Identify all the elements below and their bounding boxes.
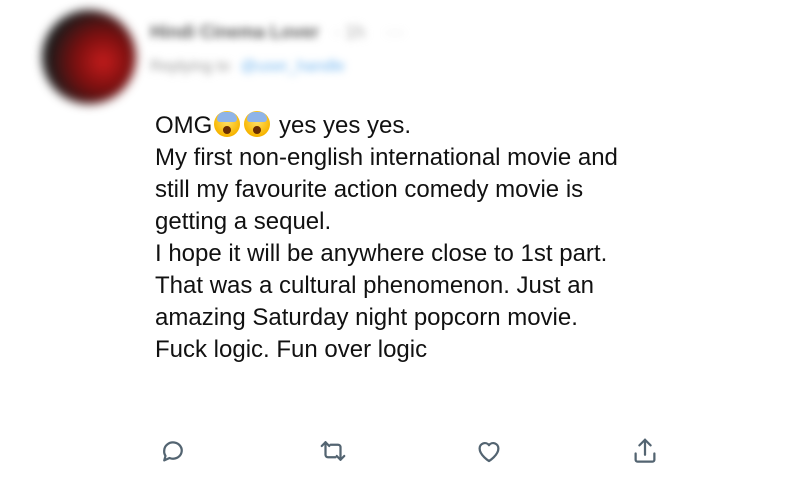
action-bar: [155, 433, 675, 469]
avatar[interactable]: [42, 10, 136, 104]
tweet-card: Hindi Cinema Lover · 1h ··· Replying to …: [0, 0, 800, 477]
retweet-button[interactable]: [315, 433, 351, 469]
author-name[interactable]: Hindi Cinema Lover: [150, 22, 319, 42]
tweet-text-line: My first non-english international movie…: [155, 144, 618, 171]
retweet-icon: [320, 441, 346, 461]
tweet-text-line: getting a sequel.: [155, 208, 332, 235]
replying-to-handle[interactable]: @user_handle: [241, 58, 345, 75]
face-screaming-in-fear-icon: [214, 111, 241, 137]
tweet-text-yes: yes yes yes.: [272, 112, 412, 139]
tweet-header: Hindi Cinema Lover · 1h ··· Replying to …: [150, 10, 770, 80]
share-icon: [634, 438, 656, 463]
face-screaming-in-fear-icon: [244, 111, 271, 137]
reply-icon: [163, 441, 183, 462]
tweet-text-line: amazing Saturday night popcorn movie.: [155, 304, 578, 331]
tweet-text: OMG yes yes yes. My first non-english in…: [155, 110, 785, 366]
tweet-text-line: OMG yes yes yes.: [155, 110, 785, 142]
tweet-text-line: I hope it will be anywhere close to 1st …: [155, 240, 608, 267]
replying-to-line: Replying to @user_handle: [150, 58, 345, 76]
tweet-text-omg: OMG: [155, 112, 213, 139]
share-button[interactable]: [627, 433, 663, 469]
replying-to-label: Replying to: [150, 58, 231, 75]
timestamp[interactable]: · 1h: [334, 22, 365, 42]
author-line: Hindi Cinema Lover · 1h ···: [150, 22, 404, 43]
tweet-text-line: That was a cultural phenomenon. Just an: [155, 272, 594, 299]
like-icon: [478, 442, 500, 463]
more-icon[interactable]: ···: [386, 22, 404, 42]
tweet-text-line: still my favourite action comedy movie i…: [155, 176, 584, 203]
reply-button[interactable]: [155, 433, 191, 469]
like-button[interactable]: [471, 433, 507, 469]
tweet-text-line: Fuck logic. Fun over logic: [155, 336, 428, 363]
